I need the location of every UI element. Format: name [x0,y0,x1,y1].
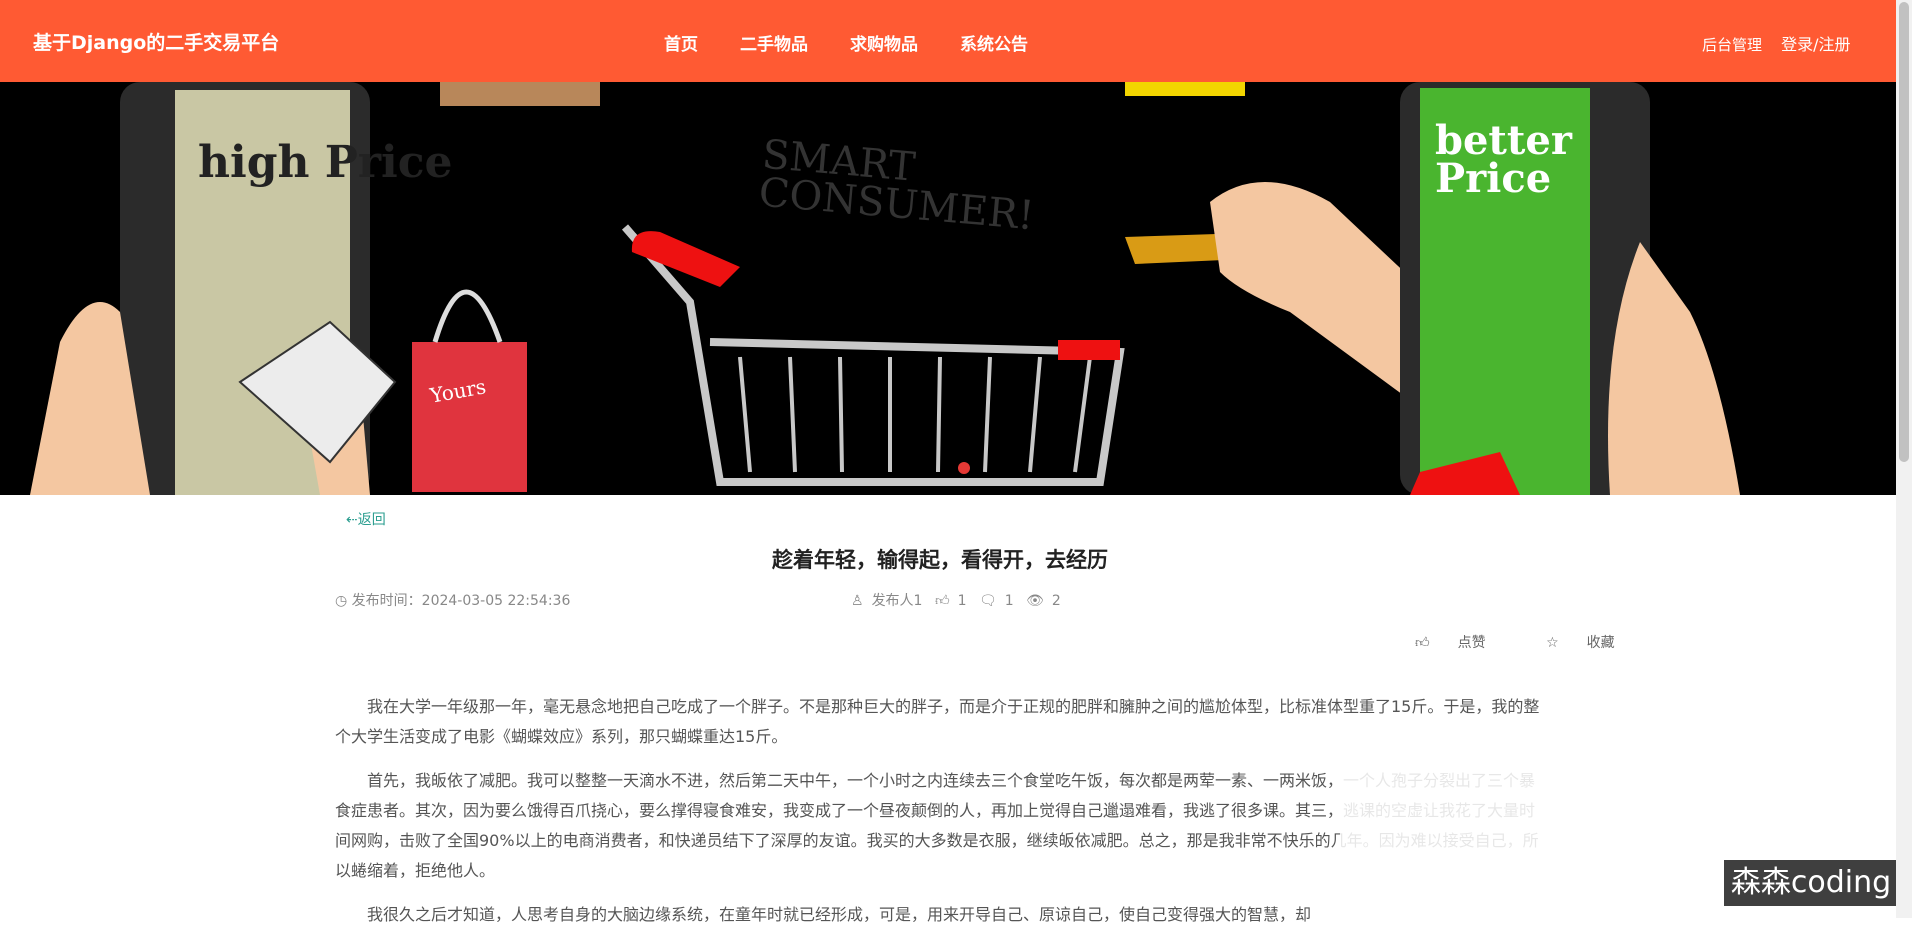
cart-grid [738,356,1092,473]
thumbs-up-icon: 👍︎ [934,593,950,609]
cart-corner-red [1058,340,1120,360]
red-bag-shape [412,342,527,492]
article-title: 趁着年轻，输得起，看得开，去经历 [772,548,1108,572]
top-box-shape [440,82,600,106]
login-register-link[interactable]: 登录/注册 [1781,35,1850,54]
user-icon: ♙ [851,593,864,609]
admin-link[interactable]: 后台管理 [1702,36,1762,54]
back-link[interactable]: ⇠返回 [346,509,386,529]
vertical-scrollbar-thumb[interactable] [1899,2,1909,462]
left-sign-text: high Price [198,137,453,188]
nav-item-announcements[interactable]: 系统公告 [960,30,1028,55]
red-bag-handle [432,289,503,343]
article-paragraph: 我在大学一年级那一年，毫无悬念地把自己吃成了一个胖子。不是那种巨大的胖子，而是介… [335,697,1540,746]
star-icon: ☆ [1546,635,1559,651]
view-count: 2 [1051,593,1061,609]
like-count: 1 [957,593,967,609]
right-thumb-shape [1608,242,1740,495]
nav-item-secondhand[interactable]: 二手物品 [740,30,808,55]
publish-time-meta: ◷ 发布时间：2024-03-05 22:54:36 [335,590,570,610]
yellow-box-shape [1125,82,1245,96]
comment-icon: 🗨︎ [978,593,997,609]
privacy-blur-overlay [1340,760,1560,918]
carousel-indicator-dot[interactable] [958,462,970,474]
comment-count: 1 [1004,593,1014,609]
favorite-button-label: 收藏 [1586,635,1615,651]
right-sign-text: better Price [1435,117,1572,202]
like-button[interactable]: 👍︎ 点赞 [1415,635,1514,651]
top-navbar: 基于Django的二手交易平台 首页 二手物品 求购物品 系统公告 后台管理 登… [0,0,1896,82]
publish-time: 发布时间：2024-03-05 22:54:36 [351,593,571,609]
hero-banner: high Price better Price SMART CONSUMER! … [0,82,1896,495]
thumbs-up-icon: 👍︎ [1415,635,1430,651]
article-actions: 👍︎ 点赞 ☆ 收藏 [1415,632,1671,652]
favorite-button[interactable]: ☆ 收藏 [1546,635,1643,651]
main-nav: 首页 二手物品 求购物品 系统公告 [664,30,1070,55]
eye-icon: 👁︎ [1026,593,1044,609]
watermark: 森森coding [1724,860,1898,906]
article-stats: ♙ 发布人1 👍︎ 1 🗨︎ 1 👁︎ 2 [851,590,1069,610]
site-brand[interactable]: 基于Django的二手交易平台 [33,28,279,55]
nav-item-home[interactable]: 首页 [664,30,698,55]
clock-icon: ◷ [335,593,348,609]
header-right-links: 后台管理 登录/注册 [1702,31,1851,55]
author-name: 发布人1 [871,593,923,609]
nav-item-wanted[interactable]: 求购物品 [850,30,918,55]
like-button-label: 点赞 [1457,635,1486,651]
